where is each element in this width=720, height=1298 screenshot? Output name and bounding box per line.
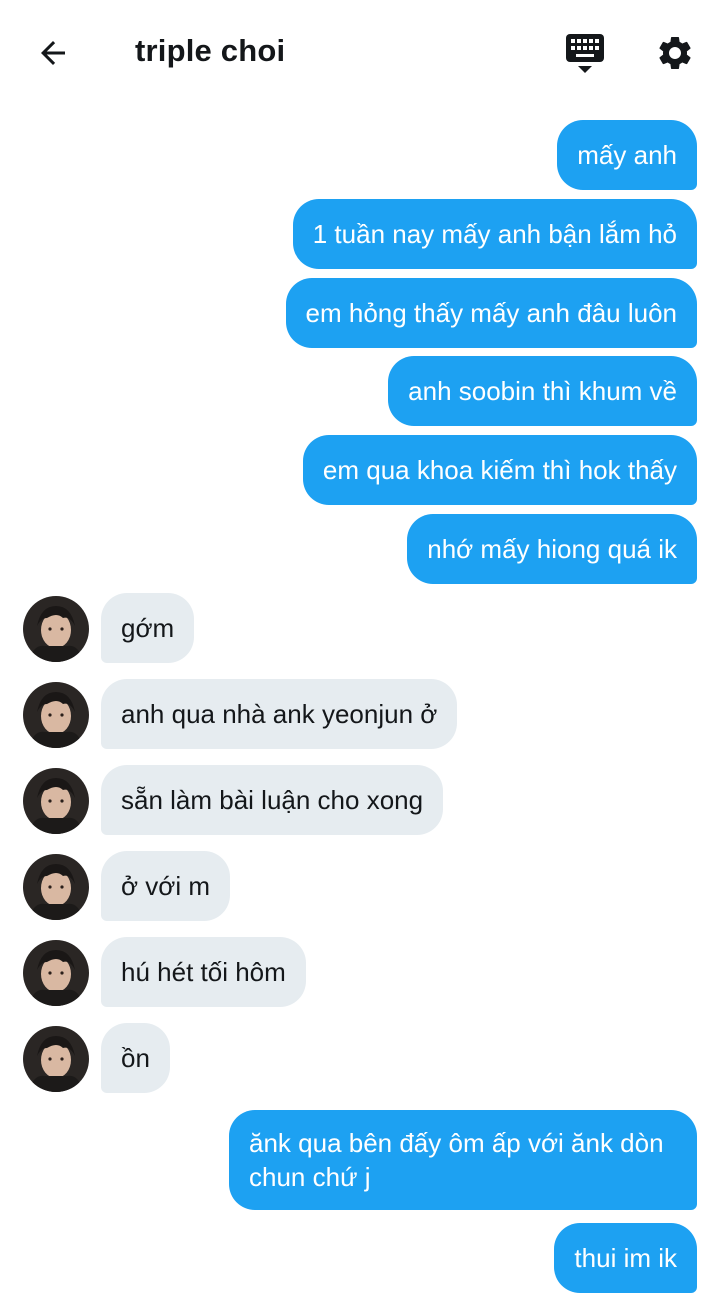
incoming-message-row: anh qua nhà ank yeonjun ở (23, 679, 458, 749)
incoming-message-row: gớm (23, 593, 195, 663)
outgoing-message[interactable]: nhớ mấy hiong quá ik (407, 514, 697, 584)
avatar[interactable] (23, 682, 89, 748)
incoming-message[interactable]: ở với m (101, 851, 230, 921)
conversation-title: triple choi (135, 33, 286, 68)
avatar[interactable] (23, 940, 89, 1006)
back-button[interactable] (30, 30, 76, 76)
message-thread[interactable]: mấy anh 1 tuần nay mấy anh bận lắm hỏ em… (0, 104, 720, 1298)
outgoing-message[interactable]: anh soobin thì khum về (388, 356, 697, 426)
avatar[interactable] (23, 596, 89, 662)
incoming-message-row: ở với m (23, 851, 230, 921)
arrow-left-icon (41, 41, 65, 65)
keyboard-icon (566, 34, 604, 73)
incoming-message[interactable]: anh qua nhà ank yeonjun ở (101, 679, 458, 749)
incoming-message[interactable]: ồn (101, 1023, 170, 1093)
incoming-message-row: ồn (23, 1023, 170, 1093)
keyboard-button[interactable] (560, 30, 610, 76)
outgoing-message[interactable]: em hỏng thấy mấy anh đâu luôn (285, 278, 697, 348)
avatar[interactable] (23, 1026, 89, 1092)
incoming-message[interactable]: sẵn làm bài luận cho xong (101, 765, 444, 835)
incoming-message-row: sẵn làm bài luận cho xong (23, 765, 444, 835)
incoming-message[interactable]: hú hét tối hôm (101, 937, 306, 1007)
outgoing-message[interactable]: thui im ik (554, 1223, 697, 1293)
avatar[interactable] (23, 768, 89, 834)
settings-button[interactable] (650, 28, 700, 78)
outgoing-message[interactable]: ănk qua bên đấy ôm ấp với ănk dòn chun c… (229, 1110, 697, 1210)
conversation-header: triple choi (0, 0, 720, 104)
outgoing-message[interactable]: em qua khoa kiếm thì hok thấy (302, 435, 697, 505)
incoming-message-row: hú hét tối hôm (23, 937, 306, 1007)
outgoing-message[interactable]: 1 tuần nay mấy anh bận lắm hỏ (292, 199, 697, 269)
gear-icon (659, 36, 691, 69)
outgoing-message[interactable]: mấy anh (557, 120, 697, 190)
incoming-message[interactable]: gớm (101, 593, 195, 663)
avatar[interactable] (23, 854, 89, 920)
